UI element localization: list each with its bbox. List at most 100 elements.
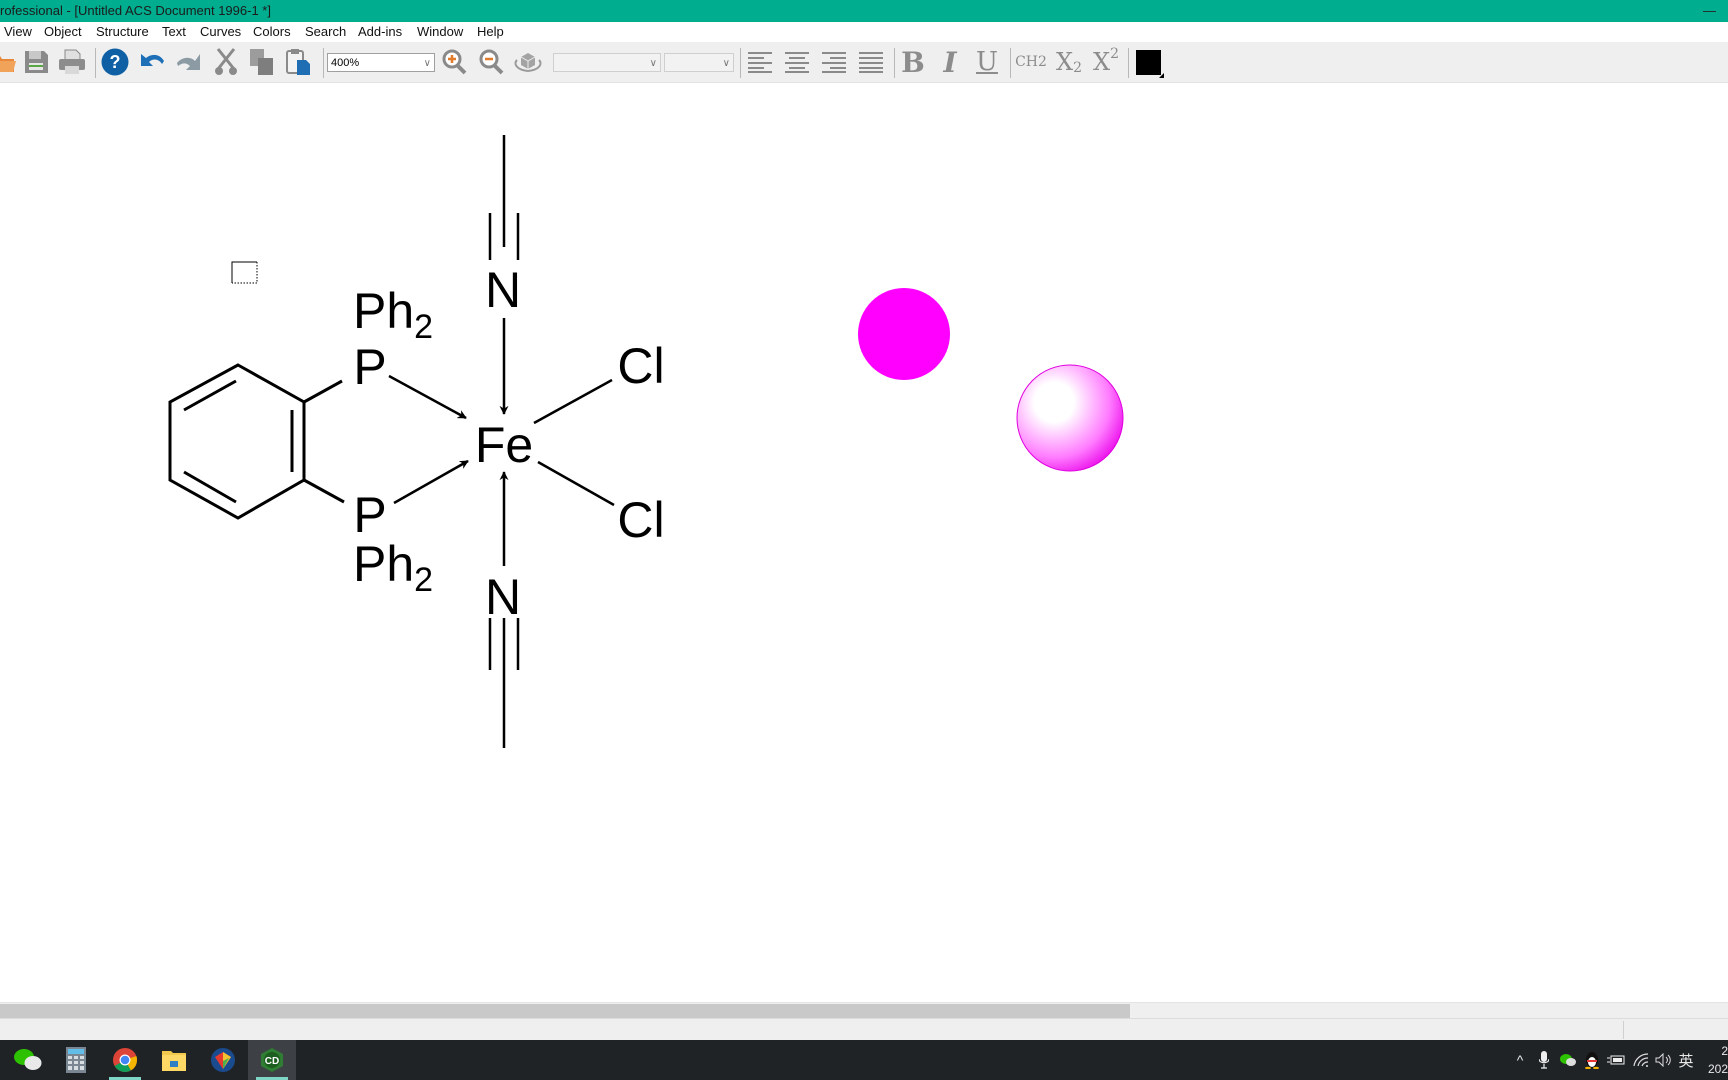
underline-button[interactable]: U bbox=[971, 46, 1003, 78]
paste-icon bbox=[286, 49, 310, 75]
dative-bond-p-fe-bottom[interactable] bbox=[393, 459, 469, 505]
menu-object[interactable]: Object bbox=[44, 22, 82, 42]
menu-colors[interactable]: Colors bbox=[253, 22, 291, 42]
atom-labels: Fe P Ph2 P Ph2 N N Cl Cl bbox=[353, 262, 665, 625]
taskbar-chrome[interactable] bbox=[101, 1040, 149, 1080]
help-icon: ? bbox=[101, 48, 129, 76]
open-icon bbox=[0, 56, 16, 72]
subscript-button[interactable]: X2 bbox=[1052, 46, 1086, 78]
superscript-button[interactable]: X2 bbox=[1089, 46, 1123, 78]
benzene-ring[interactable] bbox=[168, 363, 306, 520]
justify-button[interactable] bbox=[855, 46, 887, 78]
undo-icon bbox=[141, 54, 164, 66]
atom-cl-bottom[interactable]: Cl bbox=[617, 492, 664, 548]
iron-complex-structure[interactable] bbox=[168, 135, 615, 748]
subscript-2: 2 bbox=[414, 561, 433, 599]
title-bar: rofessional - [Untitled ACS Document 199… bbox=[0, 0, 1728, 22]
magenta-sphere[interactable] bbox=[1016, 364, 1124, 472]
atom-cl-top[interactable]: Cl bbox=[617, 338, 664, 394]
status-bar bbox=[0, 1018, 1728, 1041]
bold-button[interactable]: B bbox=[897, 46, 929, 79]
paste-button[interactable] bbox=[282, 46, 314, 78]
zoom-out-button[interactable] bbox=[475, 46, 507, 78]
save-icon bbox=[25, 51, 48, 73]
menu-text[interactable]: Text bbox=[162, 22, 186, 42]
menu-search[interactable]: Search bbox=[305, 22, 346, 42]
substituent-ph2-top[interactable]: Ph2 bbox=[353, 283, 433, 346]
dative-bond-p-fe-top[interactable] bbox=[388, 374, 467, 420]
clock[interactable]: 2 202 bbox=[1708, 1042, 1728, 1078]
redo-button[interactable] bbox=[173, 46, 205, 78]
atom-fe[interactable]: Fe bbox=[475, 417, 533, 473]
wechat-icon bbox=[14, 1049, 42, 1070]
copy-button[interactable] bbox=[246, 46, 278, 78]
chrome-icon bbox=[113, 1048, 138, 1073]
drawing-area: Fe P Ph2 P Ph2 N N Cl Cl bbox=[168, 135, 1124, 748]
align-right-button[interactable] bbox=[818, 46, 850, 78]
align-left-button[interactable] bbox=[744, 46, 776, 78]
taskbar-chemdraw[interactable]: CD bbox=[248, 1040, 296, 1080]
menu-curves[interactable]: Curves bbox=[200, 22, 241, 42]
document-canvas[interactable]: Fe P Ph2 P Ph2 N N Cl Cl bbox=[0, 83, 1728, 1002]
clock-time: 2 bbox=[1721, 1044, 1728, 1058]
horizontal-scrollbar[interactable] bbox=[0, 1002, 1728, 1019]
italic-button[interactable]: I bbox=[934, 46, 966, 79]
taskbar-file-explorer[interactable] bbox=[150, 1040, 198, 1080]
fe-cl-bond-bottom[interactable] bbox=[537, 460, 615, 507]
scrollbar-thumb[interactable] bbox=[0, 1004, 1130, 1018]
ime-indicator[interactable]: 英 bbox=[1675, 1040, 1697, 1080]
rotate-3d-button[interactable] bbox=[512, 46, 544, 78]
taskbar-browser[interactable] bbox=[199, 1040, 247, 1080]
toolbar-separator bbox=[95, 48, 96, 78]
taskbar-calculator[interactable] bbox=[52, 1040, 100, 1080]
cut-button[interactable] bbox=[210, 46, 242, 78]
selection-marquee[interactable] bbox=[231, 261, 258, 284]
chevron-down-icon: ∨ bbox=[722, 58, 730, 69]
toolbar: ? 400% ∨ ∨ ∨ B I U CH2 X 2 X 2 bbox=[0, 42, 1728, 83]
print-button[interactable] bbox=[56, 46, 88, 78]
fe-cl-bond-top[interactable] bbox=[533, 378, 613, 425]
align-center-icon bbox=[785, 52, 809, 73]
undo-button[interactable] bbox=[136, 46, 168, 78]
subscript-2: 2 bbox=[414, 308, 433, 346]
microphone-icon[interactable] bbox=[1534, 1040, 1554, 1080]
zoom-value: 400% bbox=[331, 57, 360, 69]
zoom-in-button[interactable] bbox=[438, 46, 470, 78]
formula-button[interactable]: CH2 bbox=[1014, 46, 1048, 78]
tray-overflow-button[interactable]: ^ bbox=[1509, 1040, 1531, 1080]
help-button[interactable]: ? bbox=[99, 46, 131, 78]
menu-add-ins[interactable]: Add-ins bbox=[358, 22, 402, 42]
atom-p-top[interactable]: P bbox=[353, 339, 386, 395]
atom-n-top[interactable]: N bbox=[485, 262, 521, 318]
minimize-button[interactable]: — bbox=[1703, 0, 1716, 22]
open-button[interactable] bbox=[0, 46, 20, 78]
align-center-button[interactable] bbox=[781, 46, 813, 78]
wechat-tray-icon[interactable] bbox=[1557, 1040, 1579, 1080]
zoom-select[interactable]: 400% ∨ bbox=[327, 53, 435, 72]
atom-n-bottom[interactable]: N bbox=[485, 569, 521, 625]
color-button[interactable] bbox=[1132, 46, 1164, 78]
superscript-base: X bbox=[1092, 48, 1111, 76]
ring-p-bond-top[interactable] bbox=[303, 379, 343, 404]
rotate-3d-icon bbox=[514, 53, 542, 72]
font-size-select[interactable]: ∨ bbox=[664, 53, 734, 72]
font-select[interactable]: ∨ bbox=[553, 53, 661, 72]
menu-view[interactable]: View bbox=[4, 22, 32, 42]
window-title: rofessional - [Untitled ACS Document 199… bbox=[0, 3, 271, 18]
qq-icon[interactable] bbox=[1581, 1040, 1603, 1080]
volume-icon[interactable] bbox=[1652, 1040, 1676, 1080]
svg-text:CD: CD bbox=[265, 1056, 279, 1067]
menu-help[interactable]: Help bbox=[477, 22, 504, 42]
menu-window[interactable]: Window bbox=[417, 22, 463, 42]
atom-p-bottom[interactable]: P bbox=[353, 487, 386, 543]
calculator-icon bbox=[66, 1047, 86, 1073]
save-button[interactable] bbox=[20, 46, 52, 78]
flat-magenta-circle[interactable] bbox=[858, 288, 950, 380]
menu-structure[interactable]: Structure bbox=[96, 22, 149, 42]
substituent-ph2-bottom[interactable]: Ph2 bbox=[353, 536, 433, 599]
battery-icon[interactable] bbox=[1605, 1040, 1627, 1080]
taskbar-wechat[interactable] bbox=[4, 1040, 52, 1080]
wifi-icon[interactable] bbox=[1630, 1040, 1652, 1080]
ring-p-bond-bottom[interactable] bbox=[303, 478, 345, 504]
toolbar-separator bbox=[323, 48, 324, 78]
